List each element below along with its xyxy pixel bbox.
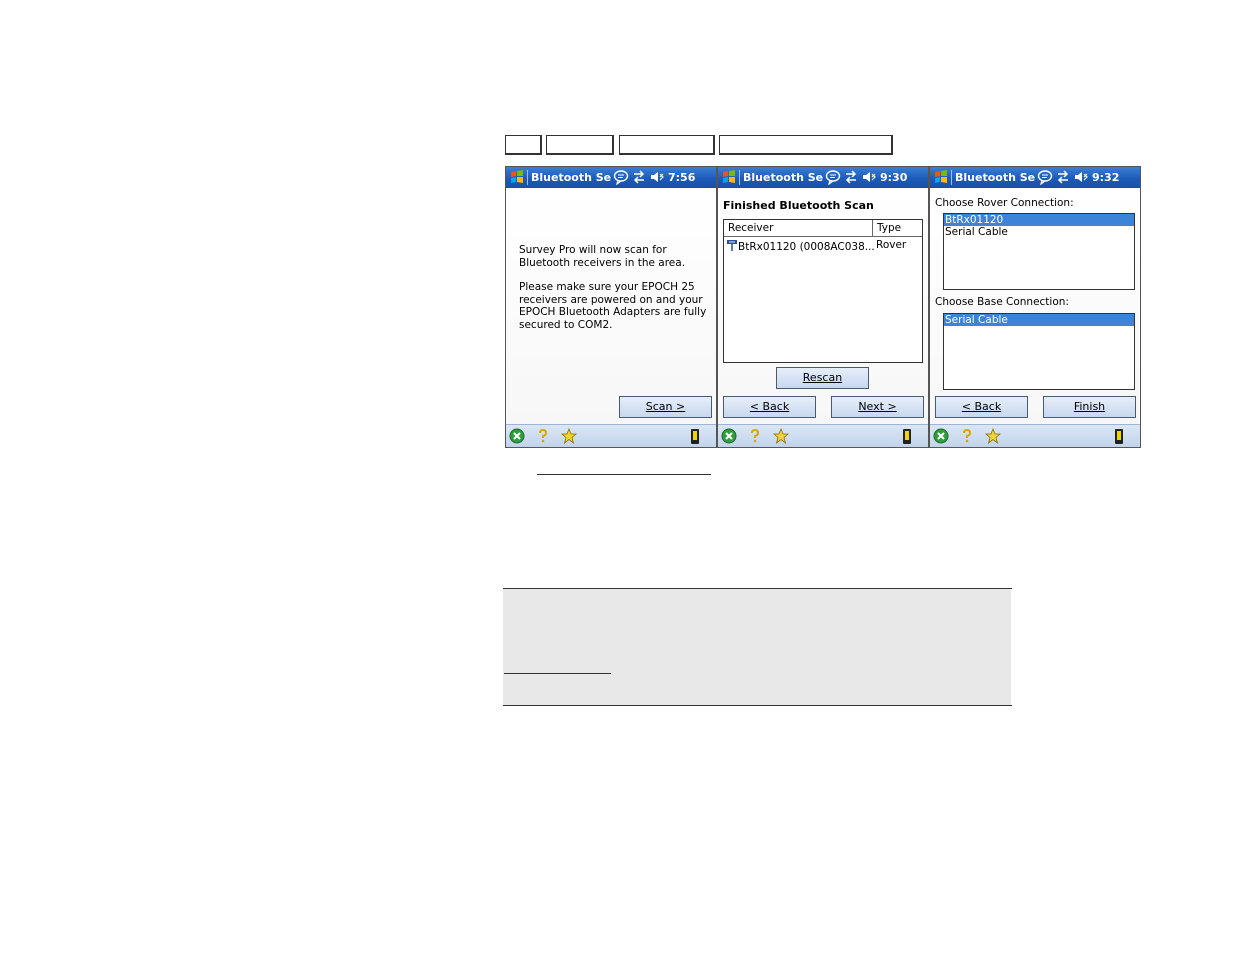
header-tab-3 [619, 135, 715, 155]
rover-connection-label: Choose Rover Connection: [935, 197, 1074, 209]
scan-info-text: Survey Pro will now scan for Bluetooth r… [519, 244, 686, 269]
finish-button[interactable]: Finish [1043, 396, 1136, 418]
close-icon[interactable] [721, 428, 737, 444]
gps-receiver-icon[interactable] [1112, 428, 1126, 445]
rover-option-btrx01120[interactable]: BtRx01120 [944, 214, 1134, 226]
gps-receiver-icon[interactable] [900, 428, 914, 445]
rover-option-serial-cable[interactable]: Serial Cable [944, 226, 1134, 238]
windows-start-icon[interactable] [933, 169, 949, 185]
connectivity-icon[interactable] [1056, 170, 1070, 184]
base-option-serial-cable[interactable]: Serial Cable [944, 314, 1134, 326]
content-area: Choose Rover Connection: BtRx01120 Seria… [930, 188, 1140, 425]
column-header-receiver[interactable]: Receiver [724, 220, 873, 237]
window-title: Bluetooth Setu [955, 171, 1035, 184]
clock[interactable]: 9:30 [880, 171, 907, 184]
base-connection-listbox[interactable]: Serial Cable [943, 313, 1135, 390]
help-icon[interactable] [748, 428, 762, 444]
receiver-name: BtRx01120 (0008AC038... [738, 241, 875, 253]
close-icon[interactable] [933, 428, 949, 444]
windows-start-icon[interactable] [721, 169, 737, 185]
connectivity-icon[interactable] [632, 170, 646, 184]
clock[interactable]: 9:32 [1092, 171, 1119, 184]
column-header-type[interactable]: Type [873, 220, 922, 237]
header-tab-4 [719, 135, 893, 155]
content-area: Survey Pro will now scan for Bluetooth r… [506, 188, 716, 425]
rescan-button[interactable]: Rescan [776, 367, 869, 389]
clock[interactable]: 7:56 [668, 171, 695, 184]
volume-icon[interactable] [1074, 170, 1090, 184]
title-bar: Bluetooth Setu 7:56 [506, 167, 716, 188]
gps-receiver-icon[interactable] [688, 428, 702, 445]
window-title: Bluetooth Setu [743, 171, 823, 184]
volume-icon[interactable] [650, 170, 666, 184]
connectivity-icon[interactable] [844, 170, 858, 184]
screen-choose-connections: Bluetooth Setu 9:32 Choose Rover Connect… [929, 166, 1141, 448]
windows-start-icon[interactable] [509, 169, 525, 185]
back-button[interactable]: < Back [935, 396, 1028, 418]
screen-scan-prompt: Bluetooth Setu 7:56 Survey Pro will now … [505, 166, 717, 448]
caption-underline [537, 474, 711, 475]
window-title: Bluetooth Setu [531, 171, 611, 184]
back-button[interactable]: < Back [723, 396, 816, 418]
note-bottom-rule [503, 705, 1012, 706]
favorites-icon[interactable] [985, 428, 1001, 444]
note-underline [504, 673, 611, 674]
notification-icon[interactable] [825, 170, 841, 185]
notification-icon[interactable] [1037, 170, 1053, 185]
rover-connection-listbox[interactable]: BtRx01120 Serial Cable [943, 213, 1135, 290]
help-icon[interactable] [960, 428, 974, 444]
title-bar: Bluetooth Setu 9:32 [930, 167, 1140, 188]
volume-icon[interactable] [862, 170, 878, 184]
scan-complete-heading: Finished Bluetooth Scan [723, 199, 874, 212]
note-box [503, 589, 1011, 705]
header-tab-1 [505, 135, 542, 155]
favorites-icon[interactable] [773, 428, 789, 444]
note-top-rule [503, 588, 1012, 589]
header-tab-2 [546, 135, 614, 155]
title-bar: Bluetooth Setu 9:30 [718, 167, 928, 188]
receiver-power-text: Please make sure your EPOCH 25 receivers… [519, 281, 707, 331]
base-connection-label: Choose Base Connection: [935, 296, 1069, 308]
notification-icon[interactable] [613, 170, 629, 185]
screen-scan-results: Bluetooth Setu 9:30 Finished Bluetooth S… [717, 166, 929, 448]
receiver-type: Rover [876, 239, 907, 251]
bottom-toolbar [506, 424, 716, 447]
scan-button[interactable]: Scan > [619, 396, 712, 418]
favorites-icon[interactable] [561, 428, 577, 444]
content-area: Finished Bluetooth Scan Receiver Type Bt… [718, 188, 928, 425]
receiver-list[interactable]: Receiver Type BtRx01120 (0008AC038... Ro… [723, 219, 923, 363]
bluetooth-receiver-icon [727, 240, 737, 251]
bottom-toolbar [930, 424, 1140, 447]
help-icon[interactable] [536, 428, 550, 444]
close-icon[interactable] [509, 428, 525, 444]
bottom-toolbar [718, 424, 928, 447]
next-button[interactable]: Next > [831, 396, 924, 418]
